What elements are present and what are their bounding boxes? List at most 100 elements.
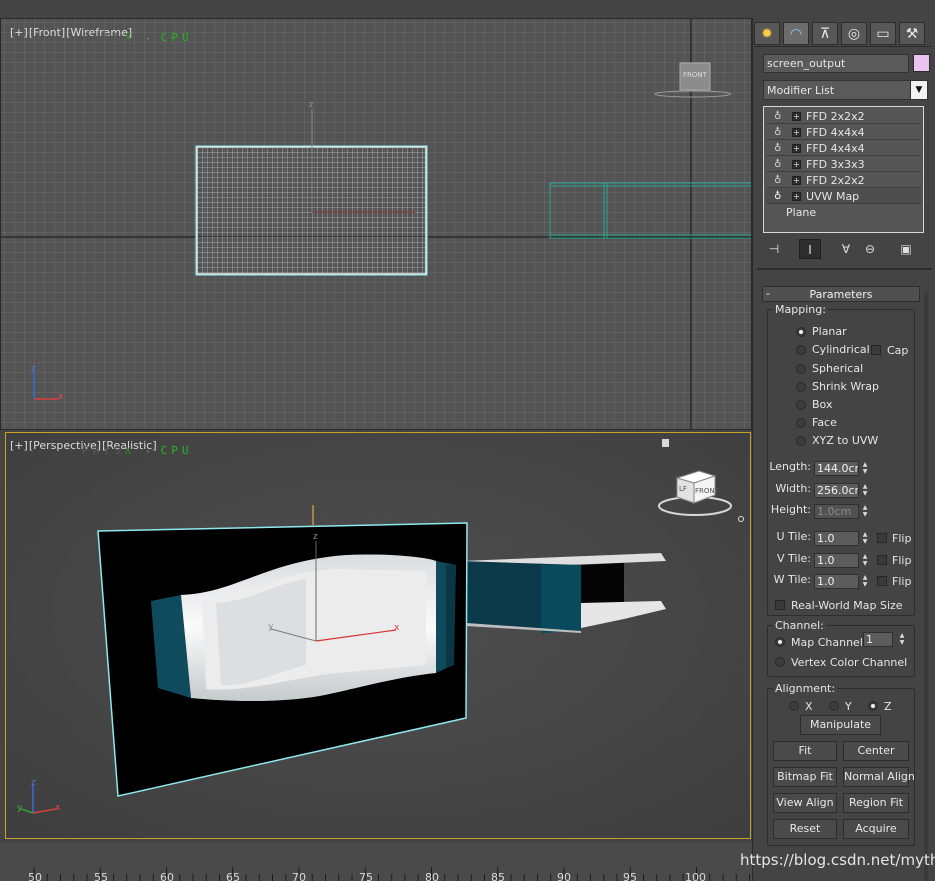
radio-xyz-to-uvw[interactable] xyxy=(796,436,806,446)
tick-75: 75 xyxy=(359,871,373,881)
timeline-ruler[interactable]: 50 55 60 65 70 75 80 85 90 95 100 xyxy=(0,843,752,881)
lock-icon[interactable] xyxy=(662,439,669,447)
manipulate-button[interactable]: Manipulate xyxy=(800,715,881,735)
expand-icon[interactable]: + xyxy=(792,112,801,121)
radio-planar[interactable] xyxy=(796,327,806,337)
modify-tab[interactable]: ◠ xyxy=(783,22,809,45)
view-name-menu[interactable]: [Front] xyxy=(29,26,65,39)
utilities-tab[interactable]: ⚒ xyxy=(899,22,925,45)
persp-plus-menu[interactable]: [+] xyxy=(10,439,28,452)
create-tab[interactable]: ✹ xyxy=(754,22,780,45)
map-channel-label: Map Channel: xyxy=(791,636,867,649)
chevron-down-icon[interactable]: ▼ xyxy=(910,81,927,99)
lightbulb-icon[interactable]: ♁ xyxy=(774,127,783,138)
hierarchy-tab[interactable]: ⊼ xyxy=(812,22,838,45)
w-flip-checkbox[interactable] xyxy=(877,576,887,586)
stack-row-label: UVW Map xyxy=(806,190,860,203)
show-end-result-icon[interactable]: Ι xyxy=(799,239,821,259)
panel-scrollbar[interactable] xyxy=(924,292,928,881)
radio-spherical[interactable] xyxy=(796,364,806,374)
width-field[interactable]: 256.0cm xyxy=(814,483,859,498)
fit-button[interactable]: Fit xyxy=(773,741,837,761)
length-spinner[interactable]: ▲ ▼ xyxy=(861,461,869,476)
height-field[interactable]: 1.0cm xyxy=(814,504,859,519)
vtile-field[interactable]: 1.0 xyxy=(814,553,859,568)
configure-sets-icon[interactable]: ▣ xyxy=(895,239,917,259)
label-shrink-wrap: Shrink Wrap xyxy=(812,380,879,393)
radio-face[interactable] xyxy=(796,418,806,428)
v-flip-label: Flip xyxy=(892,554,912,567)
wtile-field[interactable]: 1.0 xyxy=(814,574,859,589)
map-channel-spinner[interactable]: ▲ ▼ xyxy=(898,632,906,647)
wtile-spinner[interactable]: ▲ ▼ xyxy=(861,574,869,589)
u-flip-checkbox[interactable] xyxy=(877,533,887,543)
modifier-stack[interactable]: ♁ + FFD 2x2x2 ♁ + FFD 4x4x4 ♁ + FFD 4x4x4 ♁ + FF… xyxy=(763,106,924,233)
radio-align-x[interactable] xyxy=(789,701,799,711)
expand-icon[interactable]: + xyxy=(792,144,801,153)
height-spinner[interactable]: ▲ ▼ xyxy=(861,504,869,519)
view-align-button[interactable]: View Align xyxy=(773,793,837,813)
radio-map-channel[interactable] xyxy=(775,637,785,647)
real-world-checkbox[interactable] xyxy=(775,600,785,610)
expand-icon[interactable]: + xyxy=(792,160,801,169)
expand-icon[interactable]: + xyxy=(792,128,801,137)
parameters-rollout-header[interactable]: - Parameters xyxy=(762,286,920,302)
remove-modifier-icon[interactable]: ⊖ xyxy=(859,239,881,259)
map-channel-field[interactable]: 1 xyxy=(863,632,893,647)
width-label: Width: xyxy=(775,482,811,495)
center-button[interactable]: Center xyxy=(843,741,909,761)
gizmo-x-label: x xyxy=(394,623,400,633)
vertex-color-label: Vertex Color Channel xyxy=(791,656,908,669)
lightbulb-icon[interactable]: ♁ xyxy=(774,111,783,122)
lightbulb-icon[interactable]: ♁ xyxy=(774,191,783,202)
lightbulb-icon[interactable]: ♁ xyxy=(774,143,783,154)
svg-text:z: z xyxy=(31,364,36,374)
perspective-scene: x y z z x y xyxy=(6,433,750,838)
stack-row-ffd-1[interactable]: ♁ + FFD 2x2x2 xyxy=(766,109,921,124)
stack-row-ffd-2[interactable]: ♁ + FFD 4x4x4 xyxy=(766,125,921,140)
expand-icon[interactable]: + xyxy=(792,192,801,201)
perspective-viewport[interactable]: x y z z x y [+][Perspective][Realistic] … xyxy=(5,432,751,839)
physx-x-text: X xyxy=(124,31,136,44)
reset-button[interactable]: Reset xyxy=(773,819,837,839)
stack-row-ffd-5[interactable]: ♁ + FFD 2x2x2 xyxy=(766,173,921,188)
radio-cylindrical[interactable] xyxy=(796,345,806,355)
utile-spinner[interactable]: ▲ ▼ xyxy=(861,531,869,546)
radio-shrink-wrap[interactable] xyxy=(796,382,806,392)
lightbulb-icon[interactable]: ♁ xyxy=(774,175,783,186)
vtile-spinner[interactable]: ▲ ▼ xyxy=(861,553,869,568)
width-spinner[interactable]: ▲ ▼ xyxy=(861,483,869,498)
pin-stack-icon[interactable]: ⊣ xyxy=(763,239,785,259)
radio-align-y[interactable] xyxy=(829,701,839,711)
object-color-swatch[interactable] xyxy=(913,54,930,72)
v-flip-checkbox[interactable] xyxy=(877,555,887,565)
vtile-label: V Tile: xyxy=(777,552,811,565)
utile-field[interactable]: 1.0 xyxy=(814,531,859,546)
stack-row-ffd-3[interactable]: ♁ + FFD 4x4x4 xyxy=(766,141,921,156)
radio-box[interactable] xyxy=(796,400,806,410)
physx-cpu-text: CPU xyxy=(160,31,193,44)
front-viewport[interactable]: z z x [+][Front][Wireframe] PHYSX • CPU … xyxy=(0,18,752,430)
motion-tab[interactable]: ◎ xyxy=(841,22,867,45)
expand-icon[interactable]: + xyxy=(792,176,801,185)
display-tab[interactable]: ▭ xyxy=(870,22,896,45)
object-name-field[interactable]: screen_output xyxy=(763,54,909,73)
normal-align-button[interactable]: Normal Align xyxy=(843,767,915,787)
lightbulb-icon[interactable]: ♁ xyxy=(774,159,783,170)
region-fit-button[interactable]: Region Fit xyxy=(843,793,909,813)
bitmap-fit-button[interactable]: Bitmap Fit xyxy=(773,767,837,787)
viewport-plus-menu[interactable]: [+] xyxy=(10,26,28,39)
stack-row-label: FFD 4x4x4 xyxy=(806,142,865,155)
stack-row-uvw-map[interactable]: ♁ + UVW Map xyxy=(766,189,921,204)
stack-row-ffd-4[interactable]: ♁ + FFD 3x3x3 xyxy=(766,157,921,172)
tick-60: 60 xyxy=(160,871,174,881)
radio-align-z[interactable] xyxy=(868,701,878,711)
modifier-list-dropdown[interactable]: Modifier List ▼ xyxy=(763,80,928,100)
make-unique-icon[interactable]: ∀ xyxy=(835,239,857,259)
cap-checkbox[interactable] xyxy=(871,345,881,355)
radio-vertex-color[interactable] xyxy=(775,657,785,667)
acquire-button[interactable]: Acquire xyxy=(843,819,909,839)
length-field[interactable]: 144.0cm xyxy=(814,461,859,476)
label-cylindrical: Cylindrical xyxy=(812,343,870,356)
stack-base-object[interactable]: Plane xyxy=(786,206,816,219)
